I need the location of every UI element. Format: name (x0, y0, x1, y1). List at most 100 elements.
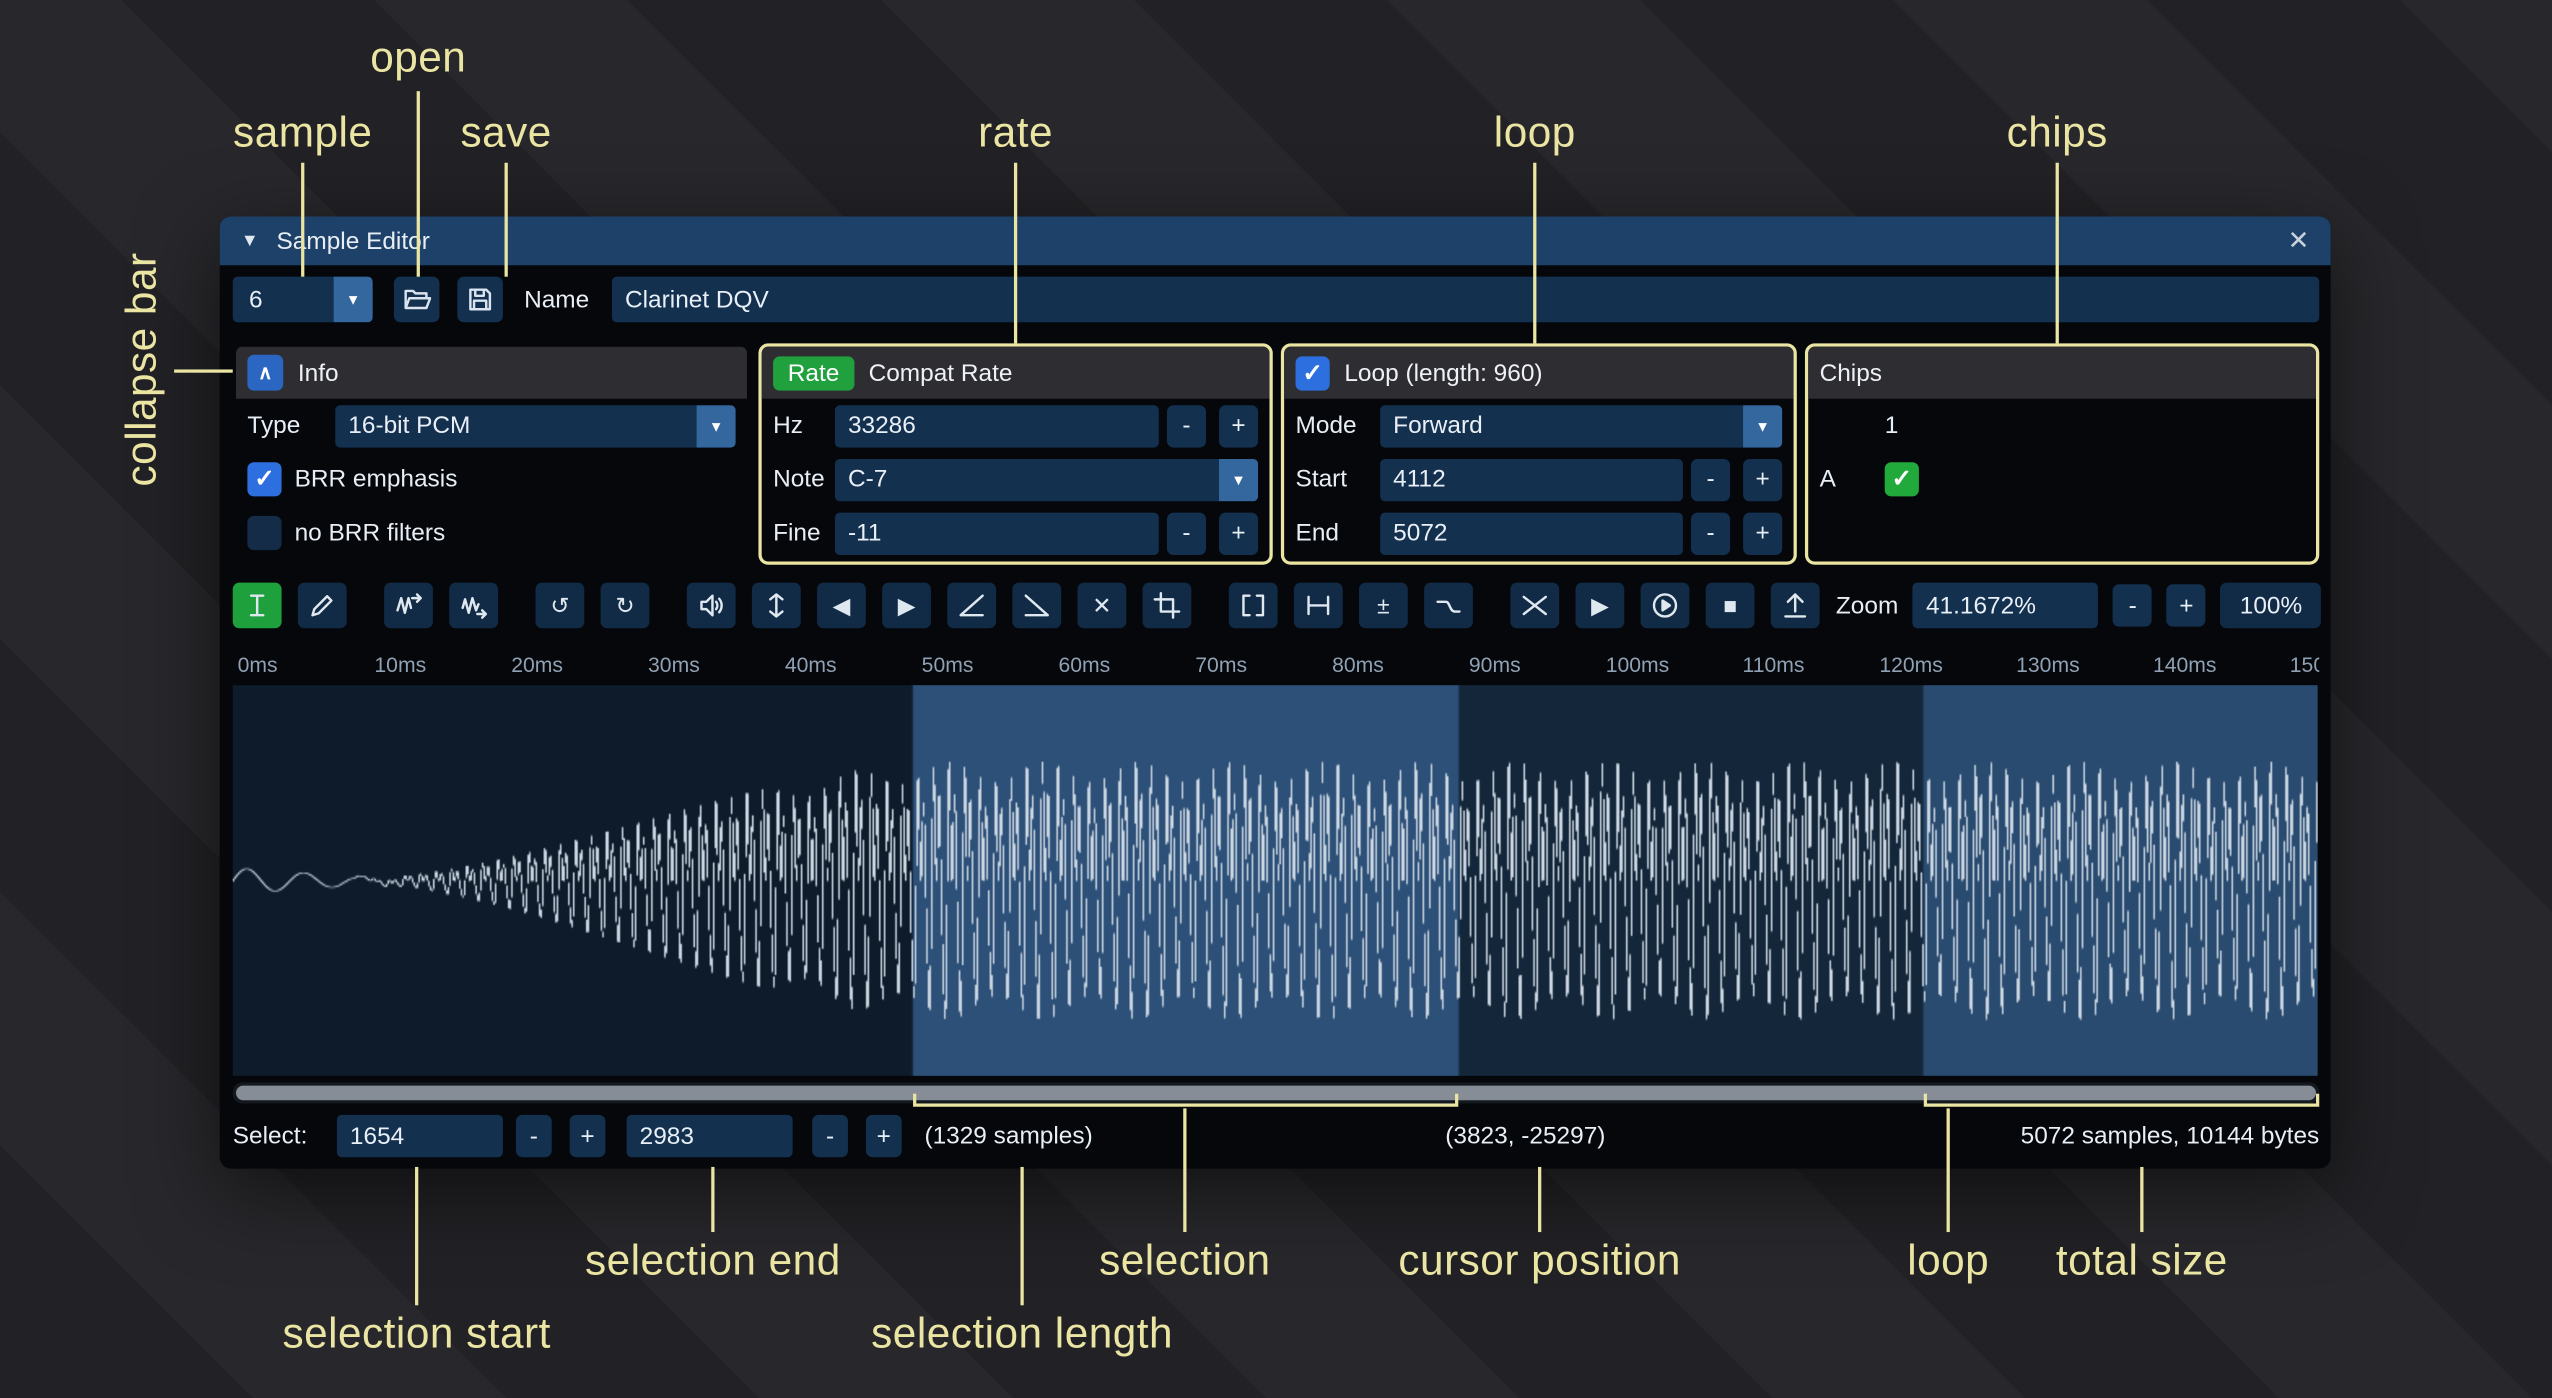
delete-button[interactable]: ✕ (1077, 583, 1126, 629)
undo-icon: ↺ (550, 594, 569, 617)
stop-icon: ■ (1723, 594, 1737, 617)
fine-increment-button[interactable]: + (1219, 512, 1258, 554)
zoom-reset-button[interactable]: 100% (2221, 583, 2322, 629)
reverse-button[interactable]: ◀ (817, 583, 866, 629)
loop-start-increment-button[interactable]: + (1743, 458, 1782, 500)
annotation-line-selection-start (415, 1167, 418, 1305)
annotation-loop-bottom: loop (1907, 1235, 1989, 1285)
annotation-selection-start: selection start (282, 1309, 550, 1359)
status-bar: Select: - + - + (1329 samples) (3823, -2… (233, 1112, 2320, 1161)
type-label: Type (247, 412, 322, 440)
loop-mode-dropdown[interactable]: Forward ▼ (1380, 404, 1782, 446)
create-instrument-button[interactable] (1771, 583, 1820, 629)
chip-a-checkbox[interactable]: ✓ (1885, 462, 1919, 496)
amplify-button[interactable] (687, 583, 736, 629)
ruler-label: 20ms (511, 653, 563, 677)
toolbar: ↺↻◀▶✕±▶■ Zoom - + 100% (233, 581, 2320, 630)
loop-end-increment-button[interactable]: + (1743, 512, 1782, 554)
open-sample-button[interactable] (394, 277, 440, 323)
crossfade-icon (1520, 591, 1549, 620)
selection-end-decrement-button[interactable]: - (812, 1115, 848, 1157)
crossfade-loop-button[interactable] (1510, 583, 1559, 629)
window-title: Sample Editor (277, 227, 430, 255)
loop-enable-checkbox[interactable]: ✓ (1296, 356, 1330, 390)
ruler-label: 40ms (785, 653, 837, 677)
redo-button[interactable]: ↻ (601, 583, 650, 629)
sample-name-input[interactable] (612, 277, 2319, 323)
zoom-in-button[interactable]: + (2167, 584, 2206, 626)
brr-emphasis-checkbox[interactable]: ✓ (247, 462, 281, 496)
sample-type-dropdown[interactable]: 16-bit PCM ▼ (335, 404, 735, 446)
apply-silence-button[interactable] (1294, 583, 1343, 629)
edit-mode-draw-button[interactable] (298, 583, 347, 629)
window-collapse-icon[interactable]: ▼ (241, 231, 259, 251)
no-brr-filters-checkbox[interactable] (247, 516, 281, 550)
selection-end-input[interactable] (627, 1115, 793, 1157)
note-value: C-7 (835, 465, 1219, 493)
fade-in-button[interactable] (947, 583, 996, 629)
preview-selection-button[interactable] (1641, 583, 1690, 629)
trim-button[interactable] (1143, 583, 1192, 629)
insert-silence-button[interactable] (1229, 583, 1278, 629)
waveform-view[interactable] (233, 685, 2318, 1076)
selection-start-decrement-button[interactable]: - (516, 1115, 552, 1157)
hz-input[interactable] (835, 404, 1159, 446)
waveform-canvas[interactable] (233, 685, 2318, 1076)
ruler-label: 90ms (1469, 653, 1521, 677)
selection-start-increment-button[interactable]: + (570, 1115, 606, 1157)
ruler-label: 110ms (1743, 653, 1805, 677)
titlebar[interactable]: ▼ Sample Editor ✕ (220, 216, 2331, 265)
crop-icon (1152, 591, 1181, 620)
loop-end-decrement-button[interactable]: - (1691, 512, 1730, 554)
cursor-position-text: (3823, -25297) (1445, 1122, 1605, 1150)
sample-number-dropdown[interactable]: 6 ▼ (233, 277, 373, 323)
fine-decrement-button[interactable]: - (1167, 512, 1206, 554)
save-sample-button[interactable] (457, 277, 503, 323)
select-label: Select: (233, 1122, 308, 1150)
loop-start-decrement-button[interactable]: - (1691, 458, 1730, 500)
annotation-selection-end: selection end (585, 1235, 841, 1285)
ruler-label: 70ms (1195, 653, 1247, 677)
note-label: Note (773, 465, 822, 493)
normalize-icon (762, 591, 791, 620)
annotation-open: open (370, 33, 466, 83)
upload-icon (1781, 591, 1810, 620)
fine-input[interactable] (835, 512, 1159, 554)
hz-decrement-button[interactable]: - (1167, 404, 1206, 446)
delete-icon: ✕ (1092, 594, 1111, 617)
info-panel-title: Info (298, 359, 339, 387)
normalize-button[interactable] (752, 583, 801, 629)
filter-button[interactable] (1424, 583, 1473, 629)
annotation-selection: selection (1099, 1235, 1270, 1285)
apply-silence-icon (1304, 591, 1333, 620)
invert-icon: ▶ (898, 594, 916, 617)
edit-mode-select-button[interactable] (233, 583, 282, 629)
selection-start-input[interactable] (337, 1115, 503, 1157)
preview-button[interactable]: ▶ (1575, 583, 1624, 629)
invert-button[interactable]: ▶ (882, 583, 931, 629)
loop-start-label: Start (1296, 465, 1368, 493)
hz-increment-button[interactable]: + (1219, 404, 1258, 446)
undo-button[interactable]: ↺ (535, 583, 584, 629)
fade-out-button[interactable] (1012, 583, 1061, 629)
loop-end-input[interactable] (1380, 512, 1683, 554)
selection-end-increment-button[interactable]: + (866, 1115, 902, 1157)
stop-preview-button[interactable]: ■ (1706, 583, 1755, 629)
scrollbar-thumb[interactable] (236, 1086, 2316, 1101)
zoom-out-button[interactable]: - (2113, 584, 2152, 626)
loop-start-input[interactable] (1380, 458, 1683, 500)
zoom-input[interactable] (1913, 583, 2099, 629)
rate-panel-header: Rate Compat Rate (762, 347, 1270, 399)
folder-open-icon (402, 285, 431, 314)
reverse-icon: ◀ (833, 594, 851, 617)
resize-button[interactable] (384, 583, 433, 629)
resize-icon (394, 591, 423, 620)
ruler-label: 0ms (238, 653, 278, 677)
sign-button[interactable]: ± (1359, 583, 1408, 629)
resample-button[interactable] (449, 583, 498, 629)
note-dropdown[interactable]: C-7 ▼ (835, 458, 1258, 500)
pencil-icon (308, 591, 337, 620)
sample-editor-window: ▼ Sample Editor ✕ 6 ▼ Name (220, 216, 2331, 1168)
collapse-info-button[interactable]: ∧ (247, 355, 283, 391)
close-icon[interactable]: ✕ (2288, 225, 2310, 258)
